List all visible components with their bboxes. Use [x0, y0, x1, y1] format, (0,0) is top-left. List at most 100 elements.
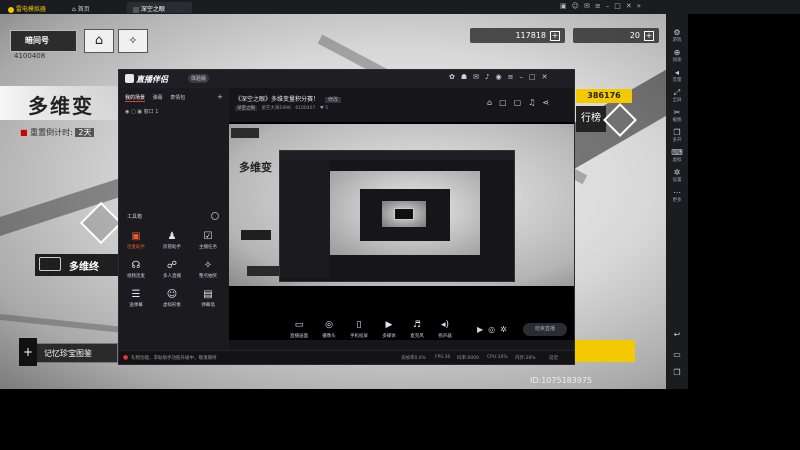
- gamepad-top-icon[interactable]: ▣: [560, 2, 572, 10]
- sidebar-item-6[interactable]: ⌨ 虚拟: [666, 148, 688, 163]
- user-icon[interactable]: ☺: [572, 2, 584, 10]
- more-icon: ⋯: [673, 188, 681, 197]
- mail-icon[interactable]: ✉: [584, 2, 595, 10]
- preview-mode: [241, 230, 271, 240]
- video-link-icon: ☊: [131, 260, 141, 271]
- mic-link-icon: ▣: [131, 231, 141, 242]
- start-button[interactable]: [575, 340, 635, 362]
- multi-icon: ❐: [673, 128, 681, 137]
- emulator-sidebar: ⚙ 游戏 ⊕ 加速 ◂ 音量 ⤢ 全屏 ✂ 截图 ❐ 多开 ⌨ 虚拟 ✲ 设置 ⋯ 更多 ↩ ▭ …: [666, 14, 688, 389]
- gift-icon[interactable]: ⌂: [487, 98, 499, 107]
- maximize-icon[interactable]: □: [614, 2, 626, 10]
- add-scene-icon[interactable]: +: [217, 93, 223, 101]
- admin-icon: ♟: [167, 231, 177, 242]
- add-currency-1-button[interactable]: +: [550, 30, 560, 41]
- bell-icon[interactable]: ♫: [528, 98, 542, 107]
- bottom-tool-4[interactable]: ♬ 麦克风: [405, 320, 429, 339]
- hint-button[interactable]: ✧: [118, 29, 148, 53]
- edit-title-button[interactable]: 修改: [324, 97, 341, 103]
- home-nav-icon: ▭: [673, 350, 681, 359]
- player-tag: 暗间号: [25, 36, 49, 45]
- scene-item[interactable]: ◉ ▢ ▣ 窗口 1: [125, 108, 158, 115]
- node-diamond[interactable]: [79, 201, 123, 245]
- recent-icon: ❐: [673, 368, 681, 377]
- collapse-icon[interactable]: »: [637, 2, 646, 10]
- sidebar-item-2[interactable]: ◂ 音量: [666, 68, 688, 83]
- bottom-tool-3[interactable]: ▶ 多媒体: [377, 320, 401, 339]
- record-icon[interactable]: ▶: [477, 325, 488, 334]
- room-meta: 深空之眼 星芒大海1996 6100407 ♥ 5: [235, 105, 328, 111]
- toolbox-settings-icon[interactable]: [211, 212, 219, 220]
- tool-item-3[interactable]: ☊ 视频连麦: [123, 260, 149, 279]
- skin-icon[interactable]: ✿: [449, 73, 461, 81]
- tool-item-4[interactable]: ☍ 多人直播: [159, 260, 185, 279]
- notice-icon: ●: [123, 354, 129, 361]
- anchor-name: 星芒大海1996: [261, 106, 291, 111]
- menu-icon[interactable]: ≡: [595, 2, 606, 10]
- sidebar-item-3[interactable]: ⤢ 全屏: [666, 88, 688, 103]
- mode-button[interactable]: 多维终: [35, 254, 119, 276]
- tool-item-0[interactable]: ▣ 连麦助手: [123, 231, 149, 250]
- category-tag[interactable]: 深空之眼: [235, 106, 257, 111]
- tab-game-label: 深空之眼: [140, 6, 165, 13]
- collection-button[interactable]: + 记忆珍宝图鉴: [19, 338, 118, 366]
- user-circle-icon[interactable]: ◉: [496, 73, 508, 81]
- tool-item-6[interactable]: ☰ 送弹幕: [123, 289, 149, 308]
- unlock-icon[interactable]: ▢: [514, 98, 529, 107]
- home-button[interactable]: ▭: [666, 350, 688, 359]
- plus-cross-icon: +: [19, 338, 37, 366]
- tool-item-2[interactable]: ☑ 主播任务: [195, 231, 221, 250]
- bottom-tool-0[interactable]: ▭ 直播画面: [287, 320, 311, 339]
- sidebar-item-4[interactable]: ✂ 截图: [666, 108, 688, 123]
- rank-button[interactable]: 行榜: [576, 106, 606, 132]
- recent-button[interactable]: ❐: [666, 368, 688, 377]
- sidebar-item-0[interactable]: ⚙ 游戏: [666, 28, 688, 43]
- app-left-panel: 我的场景 弹幕 表情包 + ◉ ▢ ▣ 窗口 1 工具箱 ▣ 连麦助手 ♟ 房管助手…: [119, 88, 229, 353]
- pause-icon[interactable]: ◎: [488, 325, 500, 334]
- msg-icon[interactable]: ✉: [473, 73, 485, 81]
- tab-game[interactable]: 深空之眼: [127, 2, 192, 13]
- live-preview[interactable]: 多维变: [229, 122, 574, 340]
- player-badge[interactable]: 暗间号: [10, 30, 77, 52]
- tool-item-7[interactable]: ☺ 虚拟形象: [159, 289, 185, 308]
- bottom-tool-2[interactable]: ▯ 手机投屏: [347, 320, 371, 339]
- settings-icon[interactable]: ✲: [500, 325, 512, 334]
- sidebar-item-1[interactable]: ⊕ 加速: [666, 48, 688, 63]
- room-actions: ⌂▢▢♫⋖: [487, 98, 556, 107]
- preview-title: 多维变: [239, 161, 272, 174]
- stream-app-window[interactable]: 直播伴侣 体验版 ✿☗✉♪◉≡–□✕ 我的场景 弹幕 表情包 + ◉ ▢ ▣ 窗…: [118, 69, 575, 365]
- microphone-icon: ♬: [412, 320, 422, 330]
- bottom-tool-5[interactable]: ◂) 扬声器: [433, 320, 457, 339]
- shirt-icon[interactable]: ☗: [461, 73, 473, 81]
- tab-stickers[interactable]: 表情包: [170, 95, 185, 101]
- sidebar-item-8[interactable]: ⋯ 更多: [666, 188, 688, 203]
- sidebar-item-7[interactable]: ✲ 设置: [666, 168, 688, 183]
- end-live-button[interactable]: 结束直播: [523, 323, 567, 336]
- share-icon[interactable]: ⋖: [542, 98, 556, 107]
- toolbox-label: 工具箱: [127, 214, 143, 220]
- minimize-icon[interactable]: –: [606, 2, 615, 10]
- bulb-icon: ✧: [128, 34, 138, 47]
- menu-icon[interactable]: ≡: [508, 73, 520, 81]
- avatar-icon: ☺: [166, 289, 178, 300]
- add-currency-2-button[interactable]: +: [644, 30, 654, 41]
- tool-item-1[interactable]: ♟ 房管助手: [159, 231, 185, 250]
- home-game-button[interactable]: ⌂: [84, 29, 114, 53]
- close-icon[interactable]: ✕: [626, 2, 637, 10]
- tab-home-label: 首页: [77, 6, 90, 13]
- app-logo-icon: [8, 6, 14, 13]
- app-tab[interactable]: 雷电模拟器: [2, 2, 52, 13]
- tool-item-8[interactable]: ▤ 弹幕墙: [195, 289, 221, 308]
- close-icon[interactable]: ✕: [542, 73, 554, 81]
- tool-item-5[interactable]: ✧ 整点抽奖: [195, 260, 221, 279]
- bottom-tool-1[interactable]: ◎ 摄像头: [317, 320, 341, 339]
- minimize-icon[interactable]: –: [519, 73, 529, 81]
- tab-danmaku[interactable]: 弹幕: [153, 95, 163, 101]
- sidebar-item-5[interactable]: ❐ 多开: [666, 128, 688, 143]
- tab-scenes[interactable]: 我的场景: [125, 95, 146, 102]
- back-button[interactable]: ↩: [666, 330, 688, 339]
- restore-icon[interactable]: □: [529, 73, 542, 81]
- lock-icon[interactable]: ▢: [499, 98, 514, 107]
- bell-icon[interactable]: ♪: [485, 73, 495, 81]
- tab-home[interactable]: ⌂ 首页: [66, 2, 96, 13]
